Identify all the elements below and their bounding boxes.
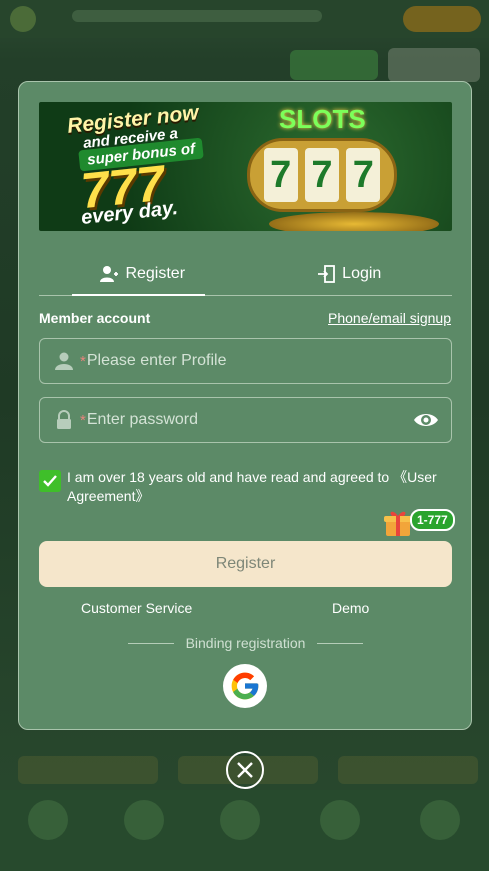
- divider-line: [317, 642, 364, 644]
- reel: 7: [346, 148, 381, 202]
- binding-registration-label: Binding registration: [185, 635, 306, 651]
- auth-tabs: Register Login: [39, 252, 452, 296]
- demo-link[interactable]: Demo: [332, 600, 369, 616]
- binding-registration-divider: Binding registration: [39, 634, 452, 652]
- tab-register-label: Register: [125, 264, 186, 282]
- gift-bonus-badge[interactable]: 1-777: [410, 509, 455, 531]
- reel: 7: [304, 148, 339, 202]
- user-icon: [55, 352, 73, 370]
- profile-field[interactable]: *: [39, 338, 452, 384]
- background-promo-text: [72, 10, 322, 22]
- divider-line: [127, 642, 174, 644]
- agreement-text[interactable]: I am over 18 years old and have read and…: [67, 468, 452, 506]
- profile-input[interactable]: [86, 352, 451, 370]
- background-login-button: [290, 50, 378, 80]
- password-field[interactable]: *: [39, 397, 452, 443]
- register-button[interactable]: Register: [39, 541, 452, 587]
- tab-login[interactable]: Login: [246, 252, 453, 295]
- register-modal: Register now and receive a super bonus o…: [18, 81, 472, 730]
- background-top-bar: [0, 0, 489, 38]
- customer-service-link[interactable]: Customer Service: [81, 600, 192, 616]
- phone-email-signup-link[interactable]: Phone/email signup: [328, 310, 451, 326]
- close-button[interactable]: [226, 751, 264, 789]
- add-user-icon: [100, 265, 119, 282]
- required-mark: *: [80, 352, 86, 370]
- gift-icon[interactable]: [383, 508, 413, 538]
- background-logo: [10, 6, 36, 32]
- gold-coins: [269, 212, 439, 231]
- member-account-label: Member account: [39, 310, 151, 326]
- google-signin-button[interactable]: [223, 664, 267, 708]
- agreement-checkbox[interactable]: [39, 470, 61, 492]
- tab-register[interactable]: Register: [39, 252, 246, 296]
- checkmark-icon: [43, 475, 57, 487]
- background-bottom-nav: [0, 790, 489, 871]
- google-icon: [231, 672, 259, 700]
- background-register-button: [388, 48, 480, 82]
- password-input[interactable]: [86, 411, 413, 429]
- background-download-button: [403, 6, 481, 32]
- agreement-row: I am over 18 years old and have read and…: [39, 468, 452, 506]
- footer-links: Customer Service Demo: [39, 600, 452, 620]
- required-mark: *: [80, 411, 86, 429]
- tab-login-label: Login: [342, 264, 382, 282]
- promo-banner: Register now and receive a super bonus o…: [39, 102, 452, 231]
- reel: 7: [263, 148, 298, 202]
- eye-icon[interactable]: [413, 407, 439, 433]
- lock-icon: [57, 410, 71, 429]
- slot-machine-reels: 7 7 7: [247, 138, 397, 212]
- close-icon: [237, 762, 253, 778]
- banner-slots-sign: SLOTS: [279, 104, 366, 134]
- login-door-icon: [318, 264, 336, 283]
